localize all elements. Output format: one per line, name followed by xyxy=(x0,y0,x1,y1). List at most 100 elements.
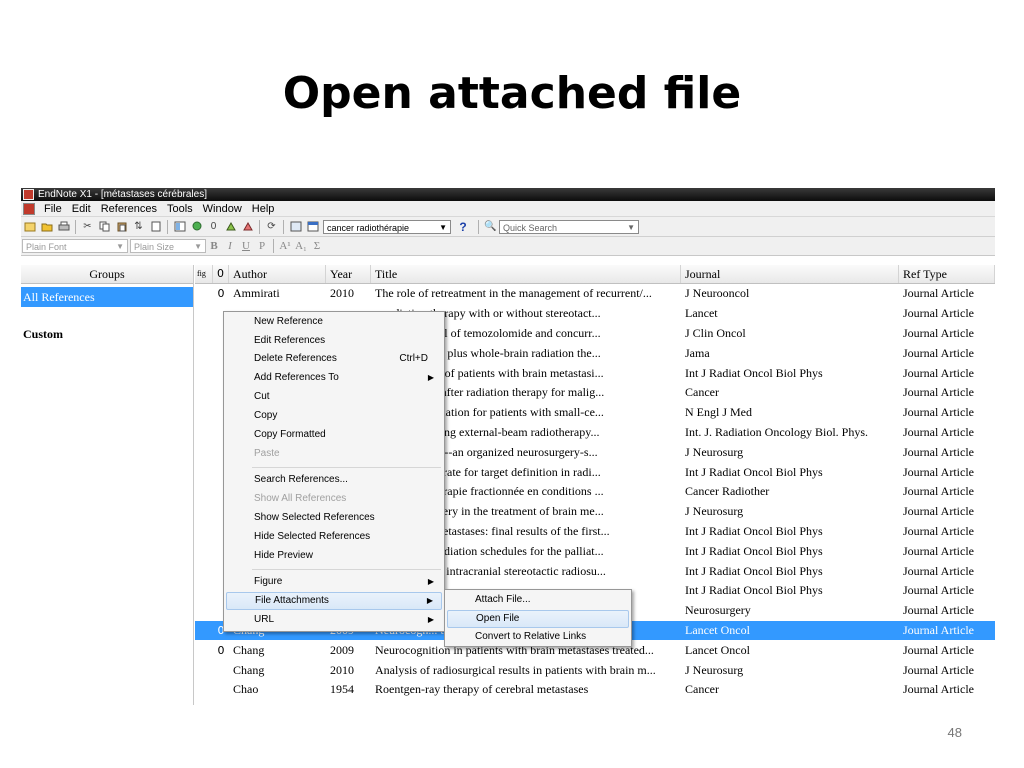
attachment-icon[interactable]: 0 xyxy=(207,221,220,233)
binoculars-icon[interactable]: 🔍 xyxy=(484,221,497,233)
plain-button[interactable]: P xyxy=(254,240,270,252)
ref-type-cell: Journal Article xyxy=(903,504,974,519)
table-row[interactable]: 0 Ammirati 2010 The role of retreatment in … xyxy=(195,284,995,304)
author-cell: Chao xyxy=(233,682,259,697)
ref-type-cell: Journal Article xyxy=(903,622,974,637)
symbol-button[interactable]: Σ xyxy=(309,240,325,252)
ref-type-cell: Journal Article xyxy=(903,563,974,578)
author-cell: Chang xyxy=(233,642,265,657)
ref-type-cell: Journal Article xyxy=(903,523,974,538)
menu-item-copy[interactable]: Copy xyxy=(226,407,442,425)
superscript-button[interactable]: A¹ xyxy=(277,240,293,252)
layout-icon[interactable] xyxy=(173,221,186,233)
menu-file[interactable]: File xyxy=(39,203,67,215)
toolbar-separator xyxy=(259,219,260,234)
subscript-button[interactable]: A₁ xyxy=(293,240,309,252)
menu-help[interactable]: Help xyxy=(247,203,280,215)
size-select[interactable]: Plain Size ▼ xyxy=(130,239,206,253)
document-icon[interactable] xyxy=(23,202,35,215)
menu-item-attach-file[interactable]: Attach File... xyxy=(447,591,629,609)
table-row[interactable]: Chang 2010 Analysis of radiosurgical resul… xyxy=(195,660,995,680)
menu-item-figure[interactable]: Figure ▶ xyxy=(226,573,442,591)
year-cell: 2010 xyxy=(330,662,354,677)
menu-references[interactable]: References xyxy=(96,203,162,215)
copy-icon[interactable] xyxy=(98,221,111,233)
group-custom[interactable]: Custom xyxy=(21,327,193,342)
sort-icon[interactable]: ⇅ xyxy=(132,221,145,233)
menu-item-hide-preview[interactable]: Hide Preview xyxy=(226,547,442,565)
ref-type-cell: Journal Article xyxy=(903,385,974,400)
menu-item-new-reference[interactable]: New Reference xyxy=(226,313,442,331)
preview-icon[interactable] xyxy=(306,221,319,233)
menu-separator xyxy=(252,467,441,468)
format-bibliography-icon[interactable] xyxy=(241,221,254,233)
title-cell: Analysis of radiosurgical results in pat… xyxy=(375,662,656,677)
italic-button[interactable]: I xyxy=(222,240,238,252)
journal-cell: Lancet Oncol xyxy=(685,642,750,657)
file-attachments-submenu: Attach File... Open File Convert to Rela… xyxy=(444,589,632,647)
menu-item-cut[interactable]: Cut xyxy=(226,388,442,406)
journal-cell: Int J Radiat Oncol Biol Phys xyxy=(685,563,823,578)
ref-type-cell: Journal Article xyxy=(903,682,974,697)
group-all-references[interactable]: All References xyxy=(21,287,193,307)
ref-type-cell: Journal Article xyxy=(903,543,974,558)
groups-panel: Groups All References Custom xyxy=(21,265,194,705)
column-ref-type[interactable]: Ref Type xyxy=(899,265,995,283)
paste-icon[interactable] xyxy=(115,221,128,233)
open-library-icon[interactable] xyxy=(40,221,53,233)
menu-item-add-references-to[interactable]: Add References To ▶ xyxy=(226,369,442,387)
column-figure[interactable]: fig xyxy=(195,265,213,283)
help-icon[interactable]: ? xyxy=(453,220,473,234)
menu-item-search-references[interactable]: Search References... xyxy=(226,471,442,489)
underline-button[interactable]: U xyxy=(238,240,254,252)
column-journal[interactable]: Journal xyxy=(681,265,899,283)
window-title: EndNote X1 - [métastases cérébrales] xyxy=(38,189,207,200)
quick-search-input[interactable]: Quick Search ▼ xyxy=(499,219,639,234)
journal-cell: Int J Radiat Oncol Biol Phys xyxy=(685,365,823,380)
menu-tools[interactable]: Tools xyxy=(162,203,198,215)
column-attachment[interactable]: 0 xyxy=(213,265,229,283)
output-style-select[interactable]: cancer radiothérapie ▼ xyxy=(323,219,451,234)
bold-button[interactable]: B xyxy=(206,240,222,252)
journal-cell: Int. J. Radiation Oncology Biol. Phys. xyxy=(685,424,868,439)
column-title[interactable]: Title xyxy=(371,265,681,283)
menu-item-file-attachments[interactable]: File Attachments ▶ xyxy=(226,592,442,610)
menu-item-label: File Attachments xyxy=(255,595,329,606)
title-cell: The role of retreatment in the managemen… xyxy=(375,286,652,301)
menu-item-show-all-references: Show All References xyxy=(254,493,347,504)
sync-icon[interactable]: ⟳ xyxy=(265,221,278,233)
menu-item-convert-relative-links[interactable]: Convert to Relative Links xyxy=(447,628,629,646)
print-icon[interactable] xyxy=(57,221,70,233)
find-icon[interactable] xyxy=(149,221,162,233)
menu-item-show-selected-references[interactable]: Show Selected References xyxy=(226,509,442,527)
submenu-arrow-icon: ▶ xyxy=(427,373,434,382)
new-library-icon[interactable] xyxy=(23,221,36,233)
column-author[interactable]: Author xyxy=(229,265,326,283)
online-search-icon[interactable] xyxy=(190,221,203,233)
ref-type-cell: Journal Article xyxy=(903,662,974,677)
menu-item-url[interactable]: URL ▶ xyxy=(226,611,442,629)
slide-page-number: 48 xyxy=(947,725,962,740)
font-select[interactable]: Plain Font ▼ xyxy=(22,239,128,253)
ref-type-cell: Journal Article xyxy=(903,583,974,598)
menu-item-hide-selected-references[interactable]: Hide Selected References xyxy=(226,528,442,546)
cut-icon[interactable]: ✂ xyxy=(81,221,94,233)
table-row[interactable]: Chao 1954 Roentgen-ray therapy of cerebral… xyxy=(195,680,995,700)
ref-type-cell: Journal Article xyxy=(903,603,974,618)
menu-item-copy-formatted[interactable]: Copy Formatted xyxy=(226,426,442,444)
menu-item-edit-references[interactable]: Edit References xyxy=(226,332,442,350)
ref-type-cell: Journal Article xyxy=(903,286,974,301)
menu-item-open-file[interactable]: Open File xyxy=(447,610,629,628)
insert-citation-icon[interactable] xyxy=(224,221,237,233)
menu-edit[interactable]: Edit xyxy=(67,203,96,215)
image-icon[interactable] xyxy=(289,221,302,233)
chevron-down-icon: ▼ xyxy=(627,222,635,232)
column-year[interactable]: Year xyxy=(326,265,371,283)
font-select-value: Plain Font xyxy=(26,242,67,252)
submenu-arrow-icon: ▶ xyxy=(427,615,434,624)
menu-item-delete-references[interactable]: Delete References Ctrl+D xyxy=(226,350,442,368)
ref-type-cell: Journal Article xyxy=(903,642,974,657)
attachment-cell: 0 xyxy=(217,643,225,657)
menu-window[interactable]: Window xyxy=(198,203,247,215)
journal-cell: Lancet xyxy=(685,306,718,321)
